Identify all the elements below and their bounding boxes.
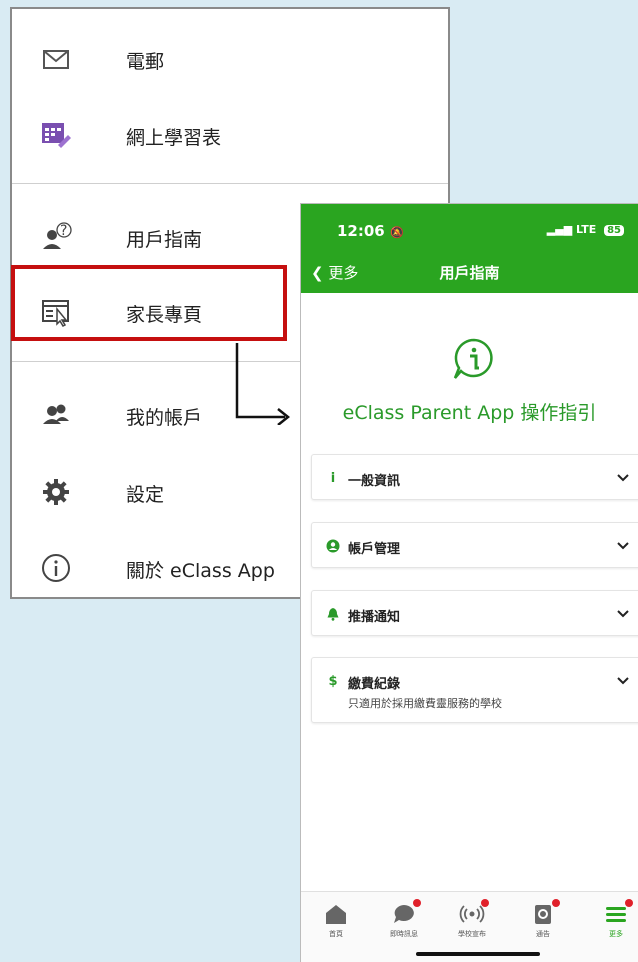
tab-school-announcement[interactable]: 學校宣布 <box>442 899 502 939</box>
section-account-management[interactable]: 帳戶管理 <box>311 522 638 568</box>
menu-item-label: 設定 <box>126 484 165 506</box>
signal-icon: ▂▄▆ <box>546 223 573 236</box>
status-indicators: ▂▄▆ LTE 85 <box>547 223 624 236</box>
mute-icon: 🔕 <box>389 226 404 239</box>
dollar-icon: $ <box>328 674 338 689</box>
mail-icon <box>40 43 72 75</box>
menu-item-label: 電郵 <box>126 51 165 73</box>
section-label: 繳費紀錄 <box>348 677 401 692</box>
notification-badge <box>625 899 633 907</box>
menu-item-label: 我的帳戶 <box>126 407 203 429</box>
broadcast-icon <box>459 899 489 926</box>
pointer-arrow <box>235 343 291 425</box>
notice-icon <box>530 899 560 926</box>
section-general-info[interactable]: i 一般資訊 <box>311 454 638 500</box>
bell-icon <box>326 607 340 623</box>
menu-item-label: 關於 eClass App <box>126 560 275 582</box>
user-circle-icon <box>326 539 340 555</box>
section-payment-record[interactable]: $ 繳費紀錄 只適用於採用繳費靈服務的學校 <box>311 657 638 723</box>
guide-title: eClass Parent App 操作指引 <box>342 402 597 424</box>
user-guide-icon: ? <box>40 221 72 253</box>
tab-label: 首頁 <box>329 930 343 938</box>
account-icon <box>40 399 72 431</box>
home-icon <box>323 902 349 926</box>
menu-item-label: 網上學習表 <box>126 127 222 149</box>
phone-screen: 12:06 🔕 ▂▄▆ LTE 85 ❮ 更多 用戶指南 eClass Pare… <box>300 203 638 962</box>
notification-badge <box>552 899 560 907</box>
chat-icon <box>391 899 421 926</box>
tab-label: 即時訊息 <box>390 930 418 938</box>
battery-badge: 85 <box>604 225 624 236</box>
timetable-icon <box>40 119 72 151</box>
info-icon: i <box>330 471 336 486</box>
menu-item-timetable[interactable]: 網上學習表 <box>12 105 448 165</box>
gear-icon <box>40 476 72 508</box>
menu-item-label: 用戶指南 <box>126 229 203 251</box>
chevron-down-icon <box>617 677 629 685</box>
section-label: 帳戶管理 <box>348 542 401 557</box>
notification-badge <box>481 899 489 907</box>
status-time: 12:06 🔕 <box>337 222 404 240</box>
tab-label: 學校宣布 <box>458 930 486 938</box>
network-label: LTE <box>576 223 597 236</box>
page-title: 用戶指南 <box>439 264 500 282</box>
tab-notice[interactable]: 通告 <box>513 899 573 939</box>
highlight-box <box>11 265 287 341</box>
section-push-notification[interactable]: 推播通知 <box>311 590 638 636</box>
home-indicator <box>416 952 540 956</box>
tab-home[interactable]: 首頁 <box>306 902 366 939</box>
info-icon <box>40 552 72 584</box>
tab-more[interactable]: 更多 <box>586 899 638 939</box>
bottom-tab-bar: 首頁 即時訊息 學校宣布 通告 更多 <box>301 891 638 962</box>
menu-icon <box>603 899 633 926</box>
app-header: 12:06 🔕 ▂▄▆ LTE 85 ❮ 更多 用戶指南 <box>301 204 638 293</box>
chevron-down-icon <box>617 542 629 550</box>
tab-instant-message[interactable]: 即時訊息 <box>374 899 434 939</box>
section-label: 一般資訊 <box>348 474 401 489</box>
tab-label: 通告 <box>536 930 550 938</box>
section-label: 推播通知 <box>348 610 401 625</box>
guide-info-icon <box>453 338 493 379</box>
section-subtitle: 只適用於採用繳費靈服務的學校 <box>348 697 502 710</box>
tab-label: 更多 <box>609 930 623 938</box>
divider <box>12 183 448 184</box>
chevron-down-icon <box>617 610 629 618</box>
chevron-down-icon <box>617 474 629 482</box>
notification-badge <box>413 899 421 907</box>
menu-item-email[interactable]: 電郵 <box>12 29 448 89</box>
